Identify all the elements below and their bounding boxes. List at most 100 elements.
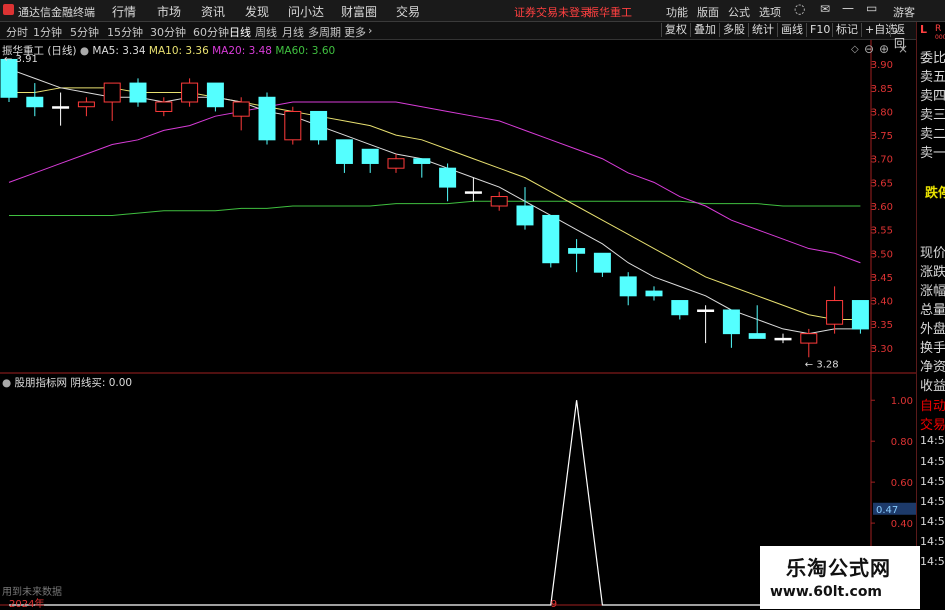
period-30min[interactable]: 30分钟: [150, 24, 186, 40]
menu-item-ask[interactable]: 问小达: [288, 3, 324, 20]
period-60min[interactable]: 60分钟: [193, 24, 229, 40]
sub-y-tick-label: 1.00: [891, 396, 913, 407]
chevron-right-icon[interactable]: ›: [368, 24, 372, 37]
app-logo-icon: [3, 4, 14, 15]
toolbar-mark[interactable]: 标记: [832, 23, 861, 37]
y-tick-label: 3.90: [871, 60, 893, 71]
legend-ma20: MA20: 3.48: [212, 45, 272, 57]
candle-body: [103, 82, 121, 103]
quote-panel-item: 卖二: [920, 127, 945, 142]
candle: [490, 191, 508, 211]
quote-panel-item: 交易: [920, 418, 945, 433]
toolbar-fuquan[interactable]: 复权: [661, 23, 690, 37]
candle-body: [155, 101, 173, 112]
menu-item-news[interactable]: 资讯: [201, 3, 225, 20]
candle-body: [26, 96, 44, 108]
candle: [0, 58, 18, 102]
menu-item-trade[interactable]: 交易: [396, 3, 420, 20]
indicator-value: 阴线买: 0.00: [70, 377, 133, 389]
panel-r-label[interactable]: R: [935, 24, 941, 34]
legend-settings-icon[interactable]: ●: [80, 45, 89, 57]
candle: [800, 328, 818, 358]
candle-body: [464, 191, 482, 194]
login-status[interactable]: 证券交易未登录: [514, 4, 591, 20]
quote-panel-item: 外盘: [920, 322, 945, 337]
toolbar-overlay[interactable]: 叠加: [690, 23, 719, 37]
menu-item-hq[interactable]: 行情: [112, 3, 136, 20]
skin-icon[interactable]: ◌: [794, 2, 805, 17]
menu-item-wealth[interactable]: 财富圈: [341, 3, 377, 20]
y-tick-label: 3.50: [871, 249, 893, 260]
y-tick-label: 3.65: [871, 178, 893, 189]
toolbar-multistock[interactable]: 多股: [719, 23, 748, 37]
signal-line: [9, 400, 861, 606]
period-monthly[interactable]: 月线: [282, 24, 304, 40]
candle-body: [335, 139, 353, 164]
y-tick-label: 3.45: [871, 273, 893, 284]
menu-item-formula[interactable]: 公式: [728, 4, 750, 20]
candle-body: [310, 110, 328, 141]
title-bar: 通达信金融终端 行情 市场 资讯 发现 问小达 财富圈 交易 证券交易未登录 振…: [0, 0, 945, 22]
candle-body: [722, 309, 740, 335]
candle: [697, 305, 715, 344]
quote-panel-item: 14:56: [920, 515, 945, 528]
toolbar-back[interactable]: 返回: [890, 23, 916, 50]
period-1min[interactable]: 1分钟: [33, 24, 62, 40]
collapse-icon[interactable]: ◇: [851, 44, 859, 55]
indicator-title: 股朋指标网: [14, 377, 68, 389]
quote-panel-item: 换手: [920, 341, 945, 356]
period-more[interactable]: 更多: [344, 24, 366, 40]
menu-item-options[interactable]: 选项: [759, 4, 781, 20]
y-tick-label: 3.75: [871, 131, 893, 142]
toolbar-draw[interactable]: 画线: [777, 23, 806, 37]
quote-panel-item: 总量: [920, 303, 945, 318]
quote-panel-item: 卖五: [920, 70, 945, 85]
period-tick[interactable]: 分时: [6, 24, 28, 40]
minimize-icon[interactable]: —: [842, 1, 854, 15]
period-5min[interactable]: 5分钟: [70, 24, 99, 40]
main-legend: 振华重工 (日线) ● MA5: 3.34 MA10: 3.36 MA20: 3…: [2, 43, 335, 58]
period-daily[interactable]: 日线: [229, 24, 251, 40]
candle-body: [774, 337, 792, 341]
kline-chart-area[interactable]: 3.90 3.85 3.80 3.75 3.70 3.65 3.60 3.55 3.50 3.45…: [0, 40, 916, 610]
toolbar-stats[interactable]: 统计: [748, 23, 777, 37]
zoom-in-icon[interactable]: ⊕: [879, 42, 889, 56]
toolbar-f10[interactable]: F10: [806, 23, 833, 37]
menu-item-layout[interactable]: 版面: [697, 4, 719, 20]
menu-item-function[interactable]: 功能: [666, 4, 688, 20]
quote-panel-item: 涨跌: [920, 265, 945, 280]
candle-body: [52, 106, 70, 109]
sub-y-tick-label: 0.60: [891, 478, 913, 489]
candle-body: [542, 214, 560, 264]
menu-item-market[interactable]: 市场: [157, 3, 181, 20]
candle: [258, 92, 276, 145]
candle: [155, 97, 173, 117]
y-tick-label: 3.80: [871, 107, 893, 118]
user-label[interactable]: 游客: [893, 4, 915, 20]
sub-legend: ● 股朋指标网 阴线买: 0.00: [2, 375, 132, 390]
candle-body: [851, 300, 869, 330]
menu-item-discover[interactable]: 发现: [245, 3, 269, 20]
candle: [52, 92, 70, 126]
period-multi[interactable]: 多周期: [308, 24, 341, 40]
sub-settings-icon[interactable]: ●: [2, 377, 11, 389]
zoom-out-icon[interactable]: ⊖: [864, 42, 874, 56]
watermark-url: www.60lt.com: [770, 584, 883, 600]
y-tick-label: 3.85: [871, 84, 893, 95]
period-15min[interactable]: 15分钟: [107, 24, 143, 40]
candle: [619, 272, 637, 306]
quote-panel-item: 14:56: [920, 495, 945, 508]
quote-panel-item: 涨幅: [920, 284, 945, 299]
panel-l-label[interactable]: L: [920, 23, 927, 36]
message-icon[interactable]: ✉: [820, 2, 830, 16]
candle: [387, 154, 405, 173]
period-weekly[interactable]: 周线: [255, 24, 277, 40]
candle: [851, 300, 869, 334]
maximize-icon[interactable]: ▭: [866, 1, 877, 15]
candle-body: [645, 290, 663, 297]
y-tick-label: 3.40: [871, 297, 893, 308]
candle: [232, 97, 250, 131]
candle: [129, 78, 147, 107]
close-pane-icon[interactable]: ×: [898, 42, 908, 56]
candle-body: [129, 82, 147, 103]
